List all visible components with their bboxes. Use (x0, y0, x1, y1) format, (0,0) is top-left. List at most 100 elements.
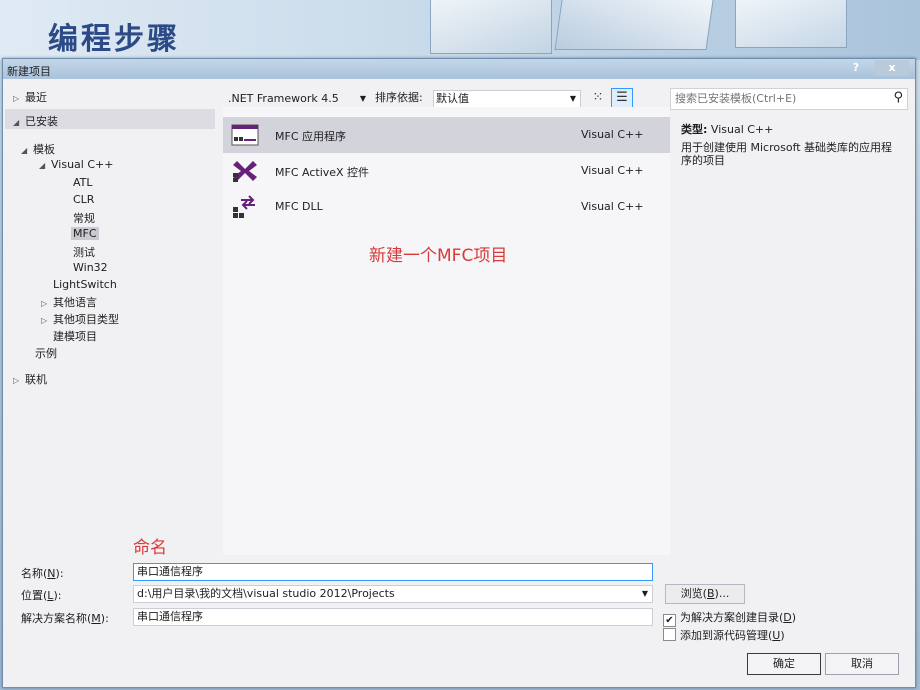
small-icons-view-button[interactable]: ⁙ (587, 88, 609, 108)
name-field[interactable]: 串口通信程序 (133, 563, 653, 581)
tree-label: Visual C++ (51, 158, 114, 171)
activex-icon (233, 161, 257, 182)
decorative-cube (735, 0, 847, 48)
label-text: ) (791, 611, 797, 624)
tree-item-other-project-types[interactable]: ▷ 其他项目类型 (41, 311, 119, 327)
sort-label: 排序依据: (375, 91, 423, 104)
sort-dropdown[interactable]: 默认值 ▼ (433, 90, 581, 108)
list-view-button[interactable]: ☰ (611, 88, 633, 108)
template-type: 类型: Visual C++ (681, 121, 773, 137)
tree-label: 其他项目类型 (53, 313, 119, 326)
tree-item-modeling-projects[interactable]: 建模项目 (53, 328, 97, 344)
mfc-app-icon (231, 124, 259, 146)
tree-label: 模板 (33, 143, 55, 156)
tree-item-lightswitch[interactable]: LightSwitch (53, 278, 117, 291)
type-value: Visual C++ (710, 123, 774, 136)
label-text: 位置( (21, 589, 48, 602)
label-text: 添加到源代码管理( (680, 629, 773, 642)
tree-item-visual-cpp[interactable]: ◢ Visual C++ (39, 158, 113, 171)
tree-item-other-languages[interactable]: ▷ 其他语言 (41, 294, 97, 310)
tree-item-general[interactable]: 常规 (73, 210, 95, 226)
checkbox-checked-icon: ✔ (663, 614, 676, 627)
solution-name-label: 解决方案名称(M): (21, 610, 109, 626)
tree-item-win32[interactable]: Win32 (73, 261, 108, 274)
expand-arrow-icon: ▷ (41, 316, 48, 325)
chevron-down-icon: ▼ (569, 94, 576, 103)
expand-arrow-icon: ▷ (13, 376, 20, 385)
expand-arrow-icon: ▷ (13, 94, 20, 103)
location-value: d:\用户目录\我的文档\visual studio 2012\Projects (137, 587, 395, 600)
tree-item-online[interactable]: ▷ 联机 (13, 371, 47, 387)
label-text: )... (714, 587, 730, 600)
decorative-cube (430, 0, 552, 54)
annotation-naming: 命名 (133, 538, 167, 558)
template-language: Visual C++ (581, 128, 644, 141)
tree-item-recent[interactable]: ▷ 最近 (13, 89, 47, 105)
annotation-new-project: 新建一个MFC项目 (369, 246, 508, 266)
label-text: 浏览( (680, 587, 707, 600)
label-text: 解决方案名称( (21, 612, 92, 625)
template-item-mfc-dll[interactable]: MFC DLL Visual C++ (223, 189, 670, 225)
tree-item-installed[interactable]: ◢ 已安装 (13, 113, 58, 129)
template-name: MFC 应用程序 (275, 130, 346, 143)
dialog-title: 新建项目 (7, 65, 51, 78)
tree-item-test[interactable]: 测试 (73, 244, 95, 260)
label-text: ) (780, 629, 785, 642)
sort-value: 默认值 (436, 92, 469, 105)
template-details: 类型: Visual C++ 用于创建使用 Microsoft 基础类库的应用程… (673, 107, 909, 555)
chevron-down-icon: ▼ (641, 589, 648, 598)
type-label: 类型: (681, 123, 708, 136)
template-name: MFC DLL (275, 200, 323, 213)
tree-label: 最近 (25, 91, 47, 104)
tree-item-clr[interactable]: CLR (73, 193, 94, 206)
template-item-mfc-activex[interactable]: MFC ActiveX 控件 Visual C++ (223, 153, 670, 189)
access-key: M (91, 612, 101, 625)
framework-dropdown[interactable]: .NET Framework 4.5 ▼ (227, 90, 369, 108)
tree-item-samples[interactable]: 示例 (35, 345, 57, 361)
tree-item-mfc[interactable]: MFC (71, 227, 99, 240)
tree-item-atl[interactable]: ATL (73, 176, 93, 189)
help-button[interactable]: ? (841, 60, 871, 76)
ok-button[interactable]: 确定 (747, 653, 821, 675)
search-input[interactable] (671, 89, 879, 107)
grid-icon: ⁙ (592, 90, 604, 105)
project-form: 名称(N): 串口通信程序 位置(L): d:\用户目录\我的文档\visual… (3, 557, 915, 687)
access-key: D (783, 611, 792, 624)
tree-label: MFC (71, 227, 99, 240)
slide-banner: 编程步骤 (0, 0, 920, 60)
template-description: 用于创建使用 Microsoft 基础类库的应用程序的项目 (681, 141, 893, 167)
label-text: ): (53, 589, 62, 602)
browse-button[interactable]: 浏览(B)... (665, 584, 745, 604)
close-button[interactable]: x (875, 60, 909, 76)
template-tree: ▷ 最近 ◢ 已安装 ◢ 模板 ◢ Visual C++ ATL CLR 常规 MFC … (3, 81, 219, 555)
template-language: Visual C++ (581, 164, 644, 177)
mfc-dll-icon (233, 195, 255, 218)
collapse-arrow-icon: ◢ (39, 161, 46, 170)
tree-label: 已安装 (25, 115, 58, 128)
label-text: ): (100, 612, 109, 625)
slide-title: 编程步骤 (48, 22, 180, 57)
collapse-arrow-icon: ◢ (21, 146, 28, 155)
solution-name-field[interactable]: 串口通信程序 (133, 608, 653, 626)
access-key: B (706, 587, 715, 600)
name-label: 名称(N): (21, 565, 64, 581)
access-key: N (47, 567, 56, 580)
chevron-down-icon: ▼ (359, 94, 366, 103)
template-language: Visual C++ (581, 200, 644, 213)
label-text: 为解决方案创建目录( (680, 611, 784, 624)
location-dropdown[interactable]: d:\用户目录\我的文档\visual studio 2012\Projects… (133, 585, 653, 603)
label-text: ): (55, 567, 64, 580)
framework-value: .NET Framework 4.5 (228, 92, 339, 105)
template-item-mfc-app[interactable]: MFC 应用程序 Visual C++ (223, 117, 670, 153)
template-name: MFC ActiveX 控件 (275, 166, 370, 179)
tree-item-templates[interactable]: ◢ 模板 (21, 141, 55, 157)
search-icon[interactable]: ⚲ (893, 90, 903, 105)
source-control-checkbox[interactable]: 添加到源代码管理(U) (663, 627, 785, 643)
dialog-titlebar: 新建项目 ? x (3, 59, 915, 79)
new-project-dialog: 新建项目 ? x ▷ 最近 ◢ 已安装 ◢ 模板 ◢ Visual C++ ATL CL… (2, 58, 916, 688)
expand-arrow-icon: ▷ (41, 299, 48, 308)
list-icon: ☰ (616, 90, 628, 105)
tree-label: 其他语言 (53, 296, 97, 309)
cancel-button[interactable]: 取消 (825, 653, 899, 675)
create-directory-checkbox[interactable]: ✔ 为解决方案创建目录(D) (663, 609, 796, 627)
